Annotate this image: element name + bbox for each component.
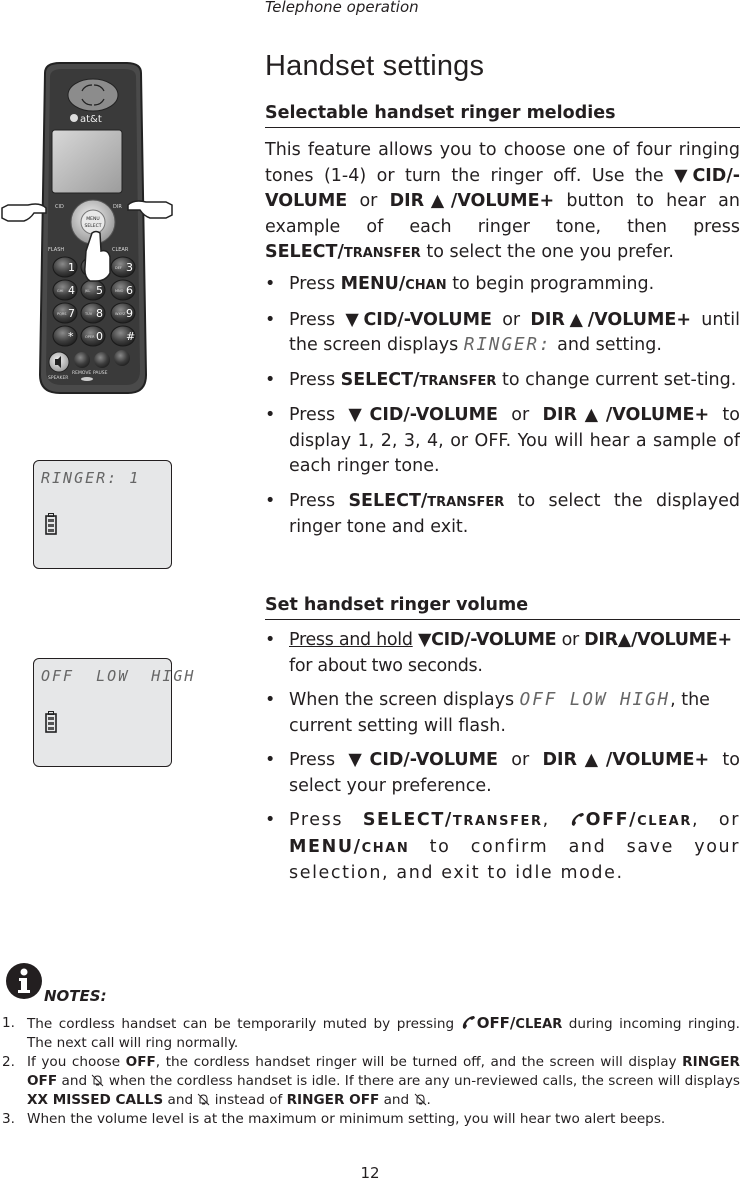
handset-illustration: at&t CID DIR MENU SELECT FLASH CLEAR 12A… — [0, 55, 260, 400]
list-item: When the screen displays OFF LOW HIGH, t… — [265, 688, 740, 739]
brand-logo: at&t — [80, 114, 102, 125]
keypad-key-letters: JKL — [84, 289, 90, 293]
notes-list: 1. The cordless handset can be temporaril… — [0, 1014, 740, 1129]
up-arrow-icon: ▲ — [617, 630, 631, 650]
lcd-inline-text: RINGER: — [463, 335, 552, 355]
page-number: 12 — [360, 1164, 380, 1182]
note-item: 1. The cordless handset can be temporaril… — [2, 1014, 740, 1051]
note-item: 2. If you choose OFF, the cordless handse… — [2, 1054, 740, 1108]
notes-label: NOTES: — [44, 987, 107, 1005]
keypad-key-label: 6 — [126, 284, 133, 297]
keypad-key-letters: MNO — [115, 289, 124, 293]
svg-text:PAUSE: PAUSE — [93, 370, 108, 376]
info-icon — [6, 963, 42, 999]
lcd-line: RINGER: 1 — [41, 469, 141, 487]
list-item: Press SELECT/TRANSFER to select the disp… — [265, 489, 740, 541]
list-item: Press ▼CID/-VOLUME or DIR▲/VOLUME+ until… — [265, 308, 740, 359]
keypad-key-letters: WXYZ — [115, 312, 126, 316]
lcd-screen-volume: OFF LOW HIGH — [33, 658, 193, 767]
battery-icon — [45, 711, 57, 733]
keypad-key-letters: PQRS — [57, 312, 67, 316]
running-head: Telephone operation — [265, 0, 419, 16]
lcd-inline-text: OFF LOW HIGH — [519, 690, 671, 710]
note-item: 3. When the volume level is at the maximu… — [2, 1111, 666, 1127]
up-arrow-icon: ▲ — [576, 750, 606, 770]
keypad-key-label: # — [126, 330, 135, 343]
phone-off-icon — [571, 813, 584, 826]
list-item: Press SELECT/TRANSFER to change current … — [265, 368, 740, 395]
down-arrow-icon: ▼ — [345, 309, 364, 330]
phone-off-icon — [462, 1016, 475, 1029]
keypad-key-letters: OPER — [85, 335, 95, 339]
handset-screen — [51, 129, 123, 194]
down-arrow-icon: ▼ — [348, 405, 370, 425]
mute-key — [74, 352, 90, 368]
handset-drawing: at&t CID DIR MENU SELECT FLASH CLEAR 12A… — [1, 62, 173, 394]
svg-text:MENU: MENU — [86, 216, 99, 222]
earpiece — [67, 78, 119, 112]
down-arrow-icon: ▼ — [417, 630, 432, 650]
section-heading-ringer-volume: Set handset ringer volume — [265, 595, 740, 620]
svg-text:SELECT: SELECT — [85, 223, 102, 229]
keypad-key-letters: DEF — [115, 266, 122, 270]
ringer-volume-steps: Press and hold ▼CID/-VOLUME or DIR▲/VOLU… — [265, 628, 740, 896]
list-item: Press and hold ▼CID/-VOLUME or DIR▲/VOLU… — [265, 628, 740, 679]
keypad-key-label: 5 — [96, 284, 103, 297]
svg-text:REMOVE: REMOVE — [72, 370, 91, 376]
svg-text:SPEAKER: SPEAKER — [48, 375, 68, 381]
lcd-screen-ringer: RINGER: 1 — [33, 460, 172, 569]
ringer-off-icon — [414, 1093, 426, 1106]
ringer-melody-steps: Press MENU/CHAN to begin programming. Pr… — [265, 272, 740, 550]
redial-key — [94, 352, 110, 368]
keypad-key-label: 0 — [96, 330, 103, 343]
ringer-off-icon — [92, 1074, 104, 1087]
list-item: Press ▼CID/-VOLUME or DIR▲/VOLUME+ to se… — [265, 748, 740, 799]
keypad-key-letters: TUV — [84, 312, 93, 316]
keypad-key-label: 8 — [96, 307, 103, 320]
list-item: Press SELECT/TRANSFER, OFF/CLEAR, or MEN… — [265, 808, 740, 887]
keypad-key-letters: GHI — [57, 289, 63, 293]
keypad-key-label: 7 — [68, 307, 75, 320]
int-key — [114, 350, 130, 366]
battery-icon — [45, 513, 57, 535]
keypad-key-label: 1 — [68, 261, 75, 274]
keypad-key-label: 4 — [68, 284, 75, 297]
up-arrow-icon: ▲ — [564, 309, 588, 330]
down-arrow-icon: ▼ — [348, 750, 370, 770]
list-item: Press MENU/CHAN to begin programming. — [265, 272, 740, 299]
ringer-off-icon — [198, 1093, 210, 1106]
down-arrow-icon: ▼ — [674, 165, 693, 186]
lcd-line: OFF LOW HIGH — [41, 667, 196, 685]
menu-select-key — [80, 209, 106, 235]
svg-text:DIR: DIR — [113, 204, 122, 210]
left-pointing-hand — [1, 203, 47, 222]
page-title: Handset settings — [265, 50, 485, 82]
list-item: Press ▼CID/-VOLUME or DIR▲/VOLUME+ to di… — [265, 403, 740, 480]
svg-text:FLASH: FLASH — [48, 247, 64, 253]
svg-text:CLEAR: CLEAR — [112, 247, 129, 253]
svg-text:CID: CID — [55, 204, 64, 210]
intro-paragraph: This feature allows you to choose one of… — [265, 140, 740, 262]
up-arrow-icon: ▲ — [424, 191, 451, 211]
keypad-key-label: 3 — [126, 261, 133, 274]
keypad-key-label: * — [68, 330, 74, 343]
up-arrow-icon: ▲ — [576, 405, 606, 425]
section-heading-ringer-melodies: Selectable handset ringer melodies — [265, 103, 740, 128]
keypad-key-label: 9 — [126, 307, 133, 320]
